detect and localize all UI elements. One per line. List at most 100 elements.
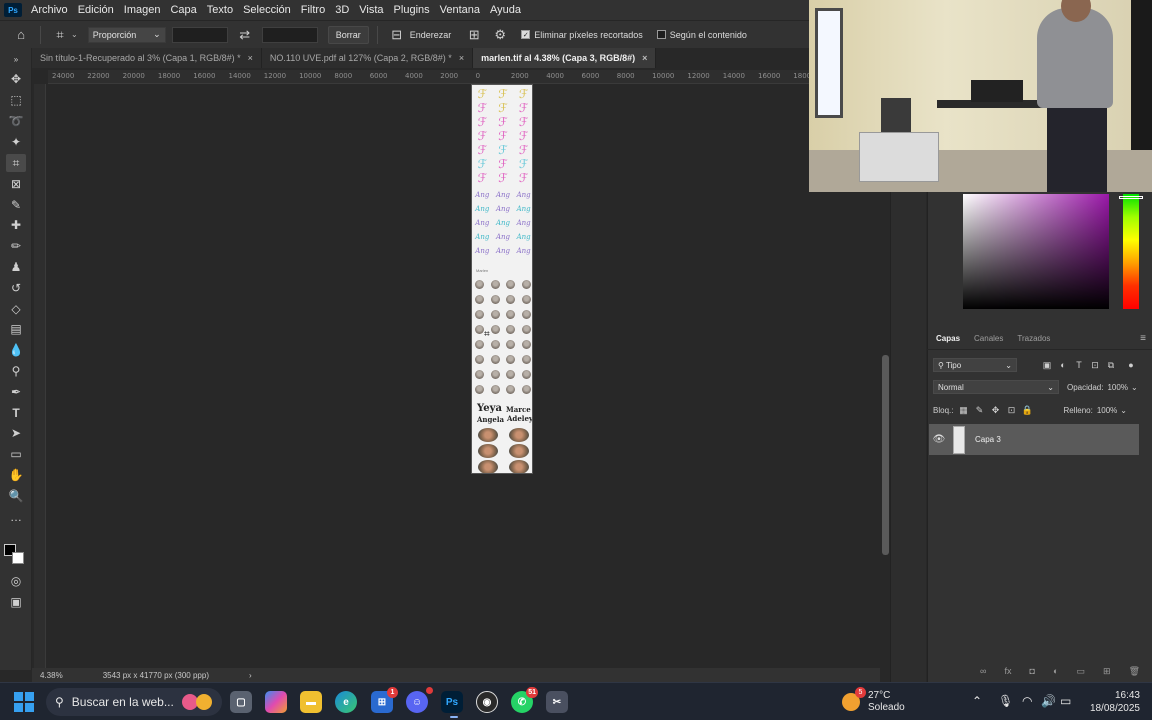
frame-tool-icon[interactable]: ⊠ (6, 175, 26, 193)
type-tool-icon[interactable]: T (6, 404, 26, 422)
screen-mode-icon[interactable]: ▣ (6, 593, 26, 611)
menu-ayuda[interactable]: Ayuda (485, 0, 526, 20)
edge-browser-icon[interactable]: e (335, 691, 357, 713)
menu-capa[interactable]: Capa (165, 0, 201, 20)
discord-icon[interactable]: ☺ (406, 687, 433, 713)
windows-start-icon[interactable] (14, 692, 34, 712)
clock[interactable]: 16:43 18/08/2025 (1080, 689, 1140, 715)
tab-sin-titulo[interactable]: Sin título-1-Recuperado al 3% (Capa 1, R… (32, 48, 262, 68)
history-brush-tool-icon[interactable]: ↺ (6, 279, 26, 297)
tab-marlen[interactable]: marlen.tif al 4.38% (Capa 3, RGB/8#) × (473, 48, 657, 68)
straighten-label[interactable]: Enderezar (410, 30, 452, 40)
marquee-tool-icon[interactable]: ⬚ (6, 91, 26, 109)
canvas-area[interactable]: ℱℱℱ ℱℱℱ ℱℱℱ ℱℱℱ ℱℱℱ ℱℱℱ ℱℱℱ Ang Ang Ang An… (46, 84, 880, 668)
type-filter-icon[interactable]: T (1071, 360, 1087, 370)
menu-plugins[interactable]: Plugins (389, 0, 435, 20)
pen-tool-icon[interactable]: ✒ (6, 383, 26, 401)
gear-icon[interactable]: ⚙ (489, 24, 511, 46)
chevron-up-icon[interactable]: ⌃ (972, 694, 982, 708)
rectangle-tool-icon[interactable]: ▭ (6, 445, 26, 463)
menu-ventana[interactable]: Ventana (435, 0, 485, 20)
gradient-tool-icon[interactable]: ▤ (6, 320, 26, 338)
magic-wand-tool-icon[interactable]: ✦ (6, 133, 26, 151)
filter-toggle-icon[interactable]: ● (1123, 360, 1139, 370)
document-canvas[interactable]: ℱℱℱ ℱℱℱ ℱℱℱ ℱℱℱ ℱℱℱ ℱℱℱ ℱℱℱ Ang Ang Ang An… (471, 84, 533, 474)
layer-row[interactable]: 👁 Capa 3 (929, 424, 1139, 455)
copilot-icon[interactable] (265, 691, 287, 713)
new-layer-icon[interactable]: ⊞ (1103, 666, 1111, 677)
tab-capas[interactable]: Capas (929, 328, 967, 350)
lock-position-icon[interactable]: ✥ (987, 405, 1003, 416)
adjustment-filter-icon[interactable]: ◐ (1055, 360, 1071, 370)
lock-transparent-icon[interactable]: ▦ (955, 405, 971, 416)
clone-stamp-tool-icon[interactable]: ♟ (6, 258, 26, 276)
adjustment-layer-icon[interactable]: ◐ (1053, 666, 1058, 676)
chevron-down-icon[interactable]: ⌄ (1120, 406, 1127, 415)
close-icon[interactable]: × (459, 53, 464, 63)
swap-icon[interactable]: ⇄ (234, 24, 256, 46)
menu-3d[interactable]: 3D (330, 0, 354, 20)
eyedropper-tool-icon[interactable]: ✎ (6, 196, 26, 214)
more-tools-icon[interactable]: … (6, 508, 26, 526)
image-filter-icon[interactable]: ▣ (1039, 360, 1055, 371)
content-aware-checkbox[interactable] (656, 30, 666, 39)
blend-mode-select[interactable]: Normal ⌄ (933, 380, 1059, 394)
hue-slider-handle[interactable] (1119, 196, 1143, 199)
file-explorer-icon[interactable]: ▬ (300, 691, 322, 713)
tab-trazados[interactable]: Trazados (1010, 328, 1057, 350)
height-input[interactable] (261, 26, 318, 43)
crop-tool-icon[interactable]: ⌗ (6, 154, 26, 172)
background-color-swatch[interactable] (12, 552, 24, 564)
hand-tool-icon[interactable]: ✋ (6, 466, 26, 484)
menu-edicion[interactable]: Edición (73, 0, 119, 20)
straighten-icon[interactable]: ⊟ (386, 24, 408, 46)
taskbar-search[interactable]: ⚲ Buscar en la web... (46, 688, 222, 716)
add-mask-icon[interactable]: ◘ (1030, 666, 1035, 676)
home-icon[interactable]: ⌂ (10, 24, 32, 46)
eye-icon[interactable]: 👁 (929, 434, 949, 445)
width-input[interactable] (171, 26, 228, 43)
battery-icon[interactable]: ▭ (1060, 694, 1071, 708)
fx-icon[interactable]: fx (1004, 666, 1011, 676)
collapse-toolbar-icon[interactable]: » (6, 50, 26, 68)
menu-seleccion[interactable]: Selección (238, 0, 296, 20)
tab-canales[interactable]: Canales (967, 328, 1010, 350)
layer-filter-select[interactable]: ⚲ Tipo ⌄ (933, 358, 1017, 372)
panel-menu-icon[interactable]: ≡ (1140, 333, 1146, 344)
close-icon[interactable]: × (642, 53, 647, 63)
clear-button[interactable]: Borrar (327, 25, 369, 44)
snipping-tool-icon[interactable]: ✂ (546, 691, 568, 713)
fill-value[interactable]: 100% (1097, 406, 1117, 415)
overlay-grid-icon[interactable]: ⊞ (463, 24, 485, 46)
microsoft-store-icon[interactable]: ⊞ 1 (371, 687, 398, 713)
menu-archivo[interactable]: Archivo (26, 0, 73, 20)
microphone-icon[interactable]: 🎙 (998, 694, 1013, 708)
brush-tool-icon[interactable]: ✏ (6, 237, 26, 255)
trash-icon[interactable]: 🗑 (1129, 666, 1140, 677)
shape-filter-icon[interactable]: ⊡ (1087, 360, 1103, 371)
crop-tool-preset-icon[interactable]: ⌗ (49, 24, 71, 46)
move-tool-icon[interactable]: ✥ (6, 70, 26, 88)
smart-object-filter-icon[interactable]: ⧉ (1103, 360, 1119, 371)
volume-icon[interactable]: 🔊 (1041, 694, 1056, 708)
menu-imagen[interactable]: Imagen (119, 0, 166, 20)
status-menu-arrow[interactable]: › (249, 671, 252, 680)
weather-widget[interactable]: 5 27°C Soleado (842, 687, 905, 715)
lock-pixels-icon[interactable]: ✎ (971, 405, 987, 416)
photoshop-taskbar-icon[interactable]: Ps (441, 691, 463, 718)
menu-filtro[interactable]: Filtro (296, 0, 330, 20)
new-group-icon[interactable]: ▭ (1076, 666, 1085, 677)
menu-vista[interactable]: Vista (354, 0, 388, 20)
layer-name[interactable]: Capa 3 (975, 435, 1001, 444)
tab-no110-uve[interactable]: NO.110 UVE.pdf al 127% (Capa 2, RGB/8#) … (261, 48, 474, 68)
zoom-tool-icon[interactable]: 🔍 (6, 487, 26, 505)
opacity-value[interactable]: 100% (1107, 383, 1127, 392)
ratio-select[interactable]: Proporción ⌄ (87, 26, 166, 43)
zoom-level[interactable]: 4.38% (40, 671, 63, 680)
path-selection-tool-icon[interactable]: ➤ (6, 424, 26, 442)
close-icon[interactable]: × (248, 53, 253, 63)
delete-cropped-checkbox[interactable]: ✓ (521, 30, 531, 39)
quick-mask-icon[interactable]: ◎ (6, 572, 26, 590)
eraser-tool-icon[interactable]: ◇ (6, 300, 26, 318)
blur-tool-icon[interactable]: 💧 (6, 341, 26, 359)
